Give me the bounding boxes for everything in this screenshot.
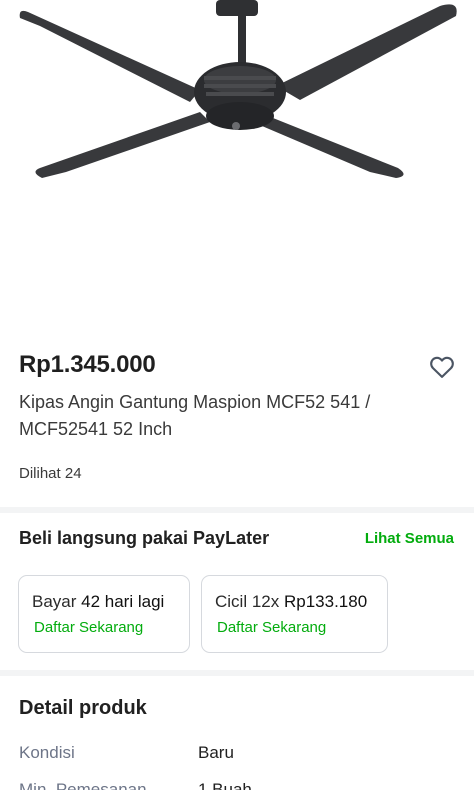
paylater-card-prefix: Cicil 12x bbox=[215, 592, 284, 611]
spec-row-min-order: Min. Pemesanan 1 Buah bbox=[19, 780, 459, 790]
spec-value: Baru bbox=[198, 743, 234, 762]
paylater-heading: Beli langsung pakai PayLater bbox=[19, 528, 270, 548]
product-price: Rp1.345.000 bbox=[19, 351, 156, 378]
spec-value: 1 Buah bbox=[198, 780, 252, 790]
register-now-link[interactable]: Daftar Sekarang bbox=[217, 619, 326, 636]
spec-key: Kondisi bbox=[19, 743, 75, 762]
spec-key: Min. Pemesanan bbox=[19, 780, 147, 790]
paylater-card-text: Cicil 12x Rp133.180 bbox=[215, 592, 367, 612]
product-image[interactable] bbox=[0, 0, 474, 330]
paylater-card-text: Bayar 42 hari lagi bbox=[32, 592, 164, 612]
section-divider bbox=[0, 507, 474, 513]
register-now-link[interactable]: Daftar Sekarang bbox=[34, 619, 143, 636]
paylater-card-highlight: Rp133.180 bbox=[283, 592, 368, 611]
paylater-card-bayar[interactable]: Bayar 42 hari lagi Daftar Sekarang bbox=[18, 575, 190, 653]
section-divider bbox=[0, 670, 474, 676]
product-title: Kipas Angin Gantung Maspion MCF52 541 / … bbox=[19, 392, 371, 439]
paylater-card-prefix: Bayar bbox=[32, 592, 82, 611]
price-row: Rp1.345.000 bbox=[19, 351, 456, 383]
paylater-card-cicil[interactable]: Cicil 12x Rp133.180 Daftar Sekarang bbox=[201, 575, 388, 653]
view-count: Dilihat 24 bbox=[19, 465, 82, 482]
see-all-link[interactable]: Lihat Semua bbox=[365, 530, 454, 547]
paylater-card-highlight: 42 hari lagi bbox=[81, 592, 165, 611]
product-detail-heading: Detail produk bbox=[19, 697, 147, 719]
heart-outline-icon[interactable] bbox=[428, 353, 456, 381]
ceiling-fan-image bbox=[19, 0, 457, 178]
spec-row-condition: Kondisi Baru bbox=[19, 743, 459, 767]
